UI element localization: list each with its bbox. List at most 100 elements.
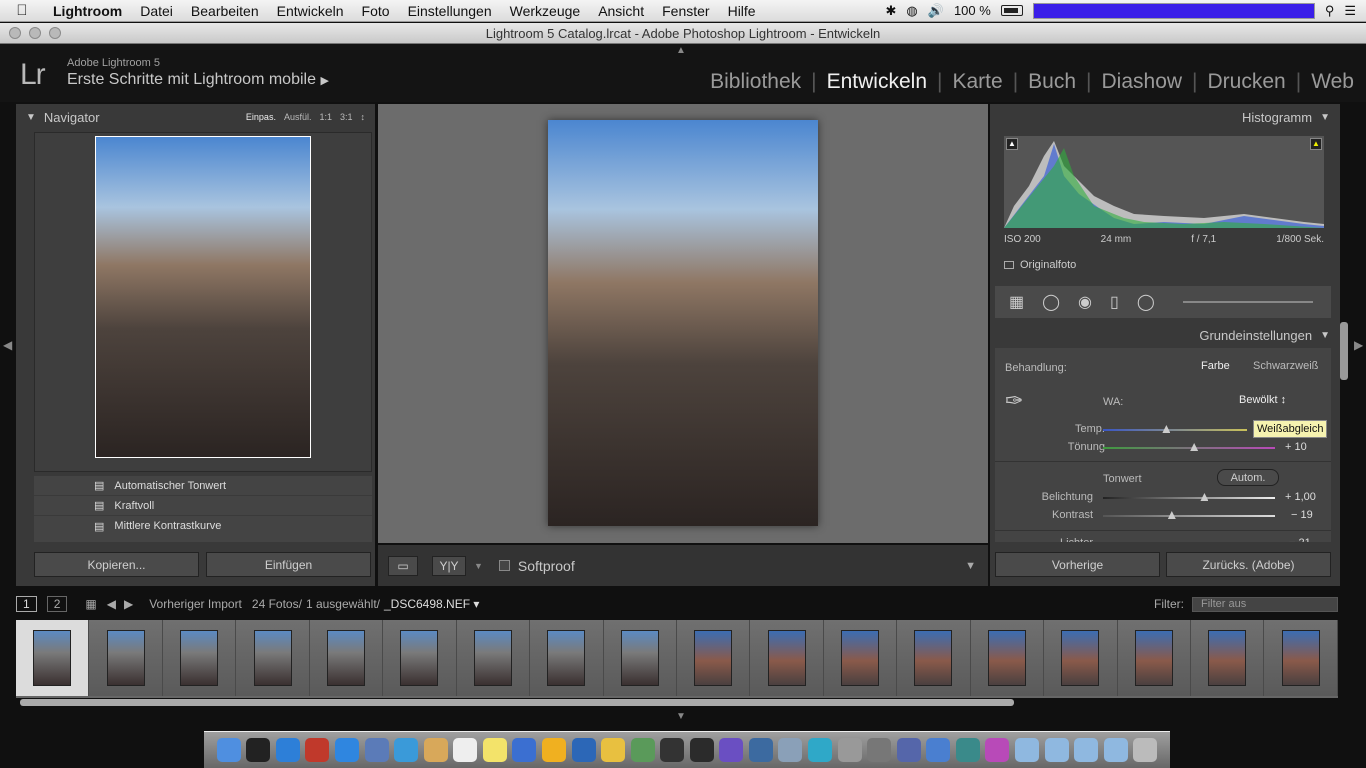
bottom-panel-toggle-icon[interactable]: ▼ — [676, 711, 686, 722]
zoom-fit[interactable]: Einpas. — [246, 112, 276, 122]
volume-icon[interactable]: 🔊 — [928, 3, 944, 19]
notification-center-icon[interactable]: ☰ — [1344, 3, 1356, 19]
secondary-window-button[interactable]: 2 — [46, 596, 68, 612]
list-item[interactable]: ▤ Mittlere Kontrastkurve — [34, 516, 372, 536]
main-photo[interactable] — [548, 120, 818, 526]
right-panel-toggle-icon[interactable]: ▶ — [1354, 338, 1363, 352]
calendar-icon[interactable] — [453, 738, 478, 762]
menu-werkzeuge[interactable]: Werkzeuge — [501, 3, 590, 19]
wifi-icon[interactable]: ◍ — [906, 3, 917, 19]
top-panel-toggle-icon[interactable]: ▲ — [676, 45, 686, 56]
zoom-1-1[interactable]: 1:1 — [319, 112, 332, 122]
original-checkbox[interactable] — [1004, 261, 1014, 269]
filmstrip-thumb[interactable] — [456, 620, 531, 696]
right-panel-scrollbar[interactable] — [1340, 322, 1348, 380]
list-item[interactable]: ▤ Kraftvoll — [34, 496, 372, 516]
module-entwickeln[interactable]: Entwickeln — [827, 70, 927, 94]
tint-slider-handle[interactable] — [1190, 443, 1199, 451]
app-icon[interactable] — [778, 738, 803, 762]
white-balance-picker-icon[interactable]: ✑ — [1005, 388, 1023, 414]
menu-entwickeln[interactable]: Entwickeln — [268, 3, 353, 19]
finder-icon[interactable] — [216, 738, 241, 762]
filmstrip-thumb[interactable] — [823, 620, 898, 696]
tint-slider[interactable] — [1103, 443, 1275, 451]
red-eye-icon[interactable]: ◉ — [1078, 292, 1092, 312]
grid-view-icon[interactable]: ▦ — [85, 597, 96, 611]
loupe-view-icon[interactable]: ▭ — [388, 555, 418, 576]
lightroom-dock-icon[interactable] — [689, 738, 714, 762]
filezilla-icon[interactable] — [305, 738, 330, 762]
bluetooth-icon[interactable]: ✱ — [886, 3, 897, 19]
battery-icon[interactable] — [1000, 5, 1023, 16]
folder-icon[interactable] — [1014, 738, 1039, 762]
temp-slider[interactable] — [1103, 425, 1247, 433]
graduated-filter-icon[interactable]: ▯ — [1110, 292, 1119, 312]
navigator-header[interactable]: ▼ Navigator Einpas. Ausfül. 1:1 3:1 ↕ — [16, 104, 375, 130]
navigator-thumbnail[interactable] — [95, 136, 311, 458]
softproof-checkbox[interactable] — [498, 560, 510, 571]
before-after-icon[interactable]: Y|Y — [432, 555, 466, 576]
filmstrip-thumb[interactable] — [750, 620, 824, 696]
identity-plate[interactable]: Erste Schritte mit Lightroom mobile ▶ — [67, 71, 329, 89]
filmstrip-thumb[interactable] — [970, 620, 1045, 696]
module-web[interactable]: Web — [1311, 70, 1354, 94]
itunes-icon[interactable] — [512, 738, 537, 762]
app-icon[interactable] — [748, 738, 773, 762]
module-drucken[interactable]: Drucken — [1208, 70, 1286, 94]
basic-header[interactable]: Grundeinstellungen ▼ — [1189, 322, 1340, 348]
apple-icon[interactable]:  — [0, 2, 44, 19]
app-icon[interactable] — [896, 738, 921, 762]
histogram[interactable]: ▲ ▲ — [1004, 136, 1324, 228]
app-icon[interactable] — [926, 738, 951, 762]
menu-bearbeiten[interactable]: Bearbeiten — [182, 3, 268, 19]
back-arrow-icon[interactable]: ◀ — [107, 597, 116, 611]
app-icon[interactable] — [808, 738, 833, 762]
filmstrip-thumb[interactable] — [1191, 620, 1265, 696]
app-icon[interactable] — [541, 738, 566, 762]
filmstrip-thumb[interactable] — [897, 620, 971, 696]
teamviewer-icon[interactable] — [275, 738, 300, 762]
trash-icon[interactable] — [1133, 738, 1158, 762]
safari-icon[interactable] — [394, 738, 419, 762]
menu-ansicht[interactable]: Ansicht — [589, 3, 653, 19]
module-karte[interactable]: Karte — [952, 70, 1002, 94]
menu-datei[interactable]: Datei — [131, 3, 182, 19]
left-panel-toggle-icon[interactable]: ◀ — [3, 338, 12, 352]
filmstrip-thumb[interactable] — [603, 620, 677, 696]
exposure-slider[interactable] — [1103, 493, 1275, 501]
previous-button[interactable]: Vorherige — [995, 552, 1160, 577]
module-buch[interactable]: Buch — [1028, 70, 1076, 94]
spotlight-icon[interactable]: ⚲ — [1325, 3, 1335, 19]
zoom-fill[interactable]: Ausfül. — [284, 112, 312, 122]
dropdown-icon[interactable]: ▼ — [474, 561, 483, 571]
filmstrip-thumb[interactable] — [309, 620, 384, 696]
auto-tone-button[interactable]: Autom. — [1217, 469, 1279, 486]
zoom-3-1[interactable]: 3:1 — [340, 112, 353, 122]
filmstrip-thumb[interactable] — [236, 620, 310, 696]
menu-hilfe[interactable]: Hilfe — [719, 3, 765, 19]
contacts-icon[interactable] — [423, 738, 448, 762]
filmstrip-thumb[interactable] — [16, 620, 90, 696]
reset-button[interactable]: Zurücks. (Adobe) — [1166, 552, 1331, 577]
app-icon[interactable] — [601, 738, 626, 762]
filmstrip-thumb[interactable] — [1117, 620, 1191, 696]
applications-folder-icon[interactable] — [1044, 738, 1069, 762]
spot-removal-icon[interactable]: ◯ — [1042, 292, 1060, 312]
histogram-header[interactable]: Histogramm ▼ — [990, 104, 1340, 130]
app-icon[interactable] — [867, 738, 892, 762]
brush-slider[interactable] — [1182, 301, 1313, 303]
filmstrip-scrollbar[interactable] — [20, 699, 1014, 706]
toolbar-menu-icon[interactable]: ▼ — [965, 560, 976, 572]
module-bibliothek[interactable]: Bibliothek — [710, 70, 801, 94]
filmstrip-thumb[interactable] — [1264, 620, 1338, 696]
primary-window-button[interactable]: 1 — [16, 596, 37, 612]
module-diashow[interactable]: Diashow — [1102, 70, 1183, 94]
downloads-folder-icon[interactable] — [1074, 738, 1099, 762]
preview-icon[interactable] — [364, 738, 389, 762]
filmstrip-thumb[interactable] — [383, 620, 457, 696]
notes-icon[interactable] — [482, 738, 507, 762]
menu-fenster[interactable]: Fenster — [653, 3, 718, 19]
highlight-clipping-icon[interactable]: ▲ — [1310, 138, 1322, 150]
filter-select[interactable]: Filter aus — [1192, 596, 1338, 612]
forward-arrow-icon[interactable]: ▶ — [124, 597, 133, 611]
